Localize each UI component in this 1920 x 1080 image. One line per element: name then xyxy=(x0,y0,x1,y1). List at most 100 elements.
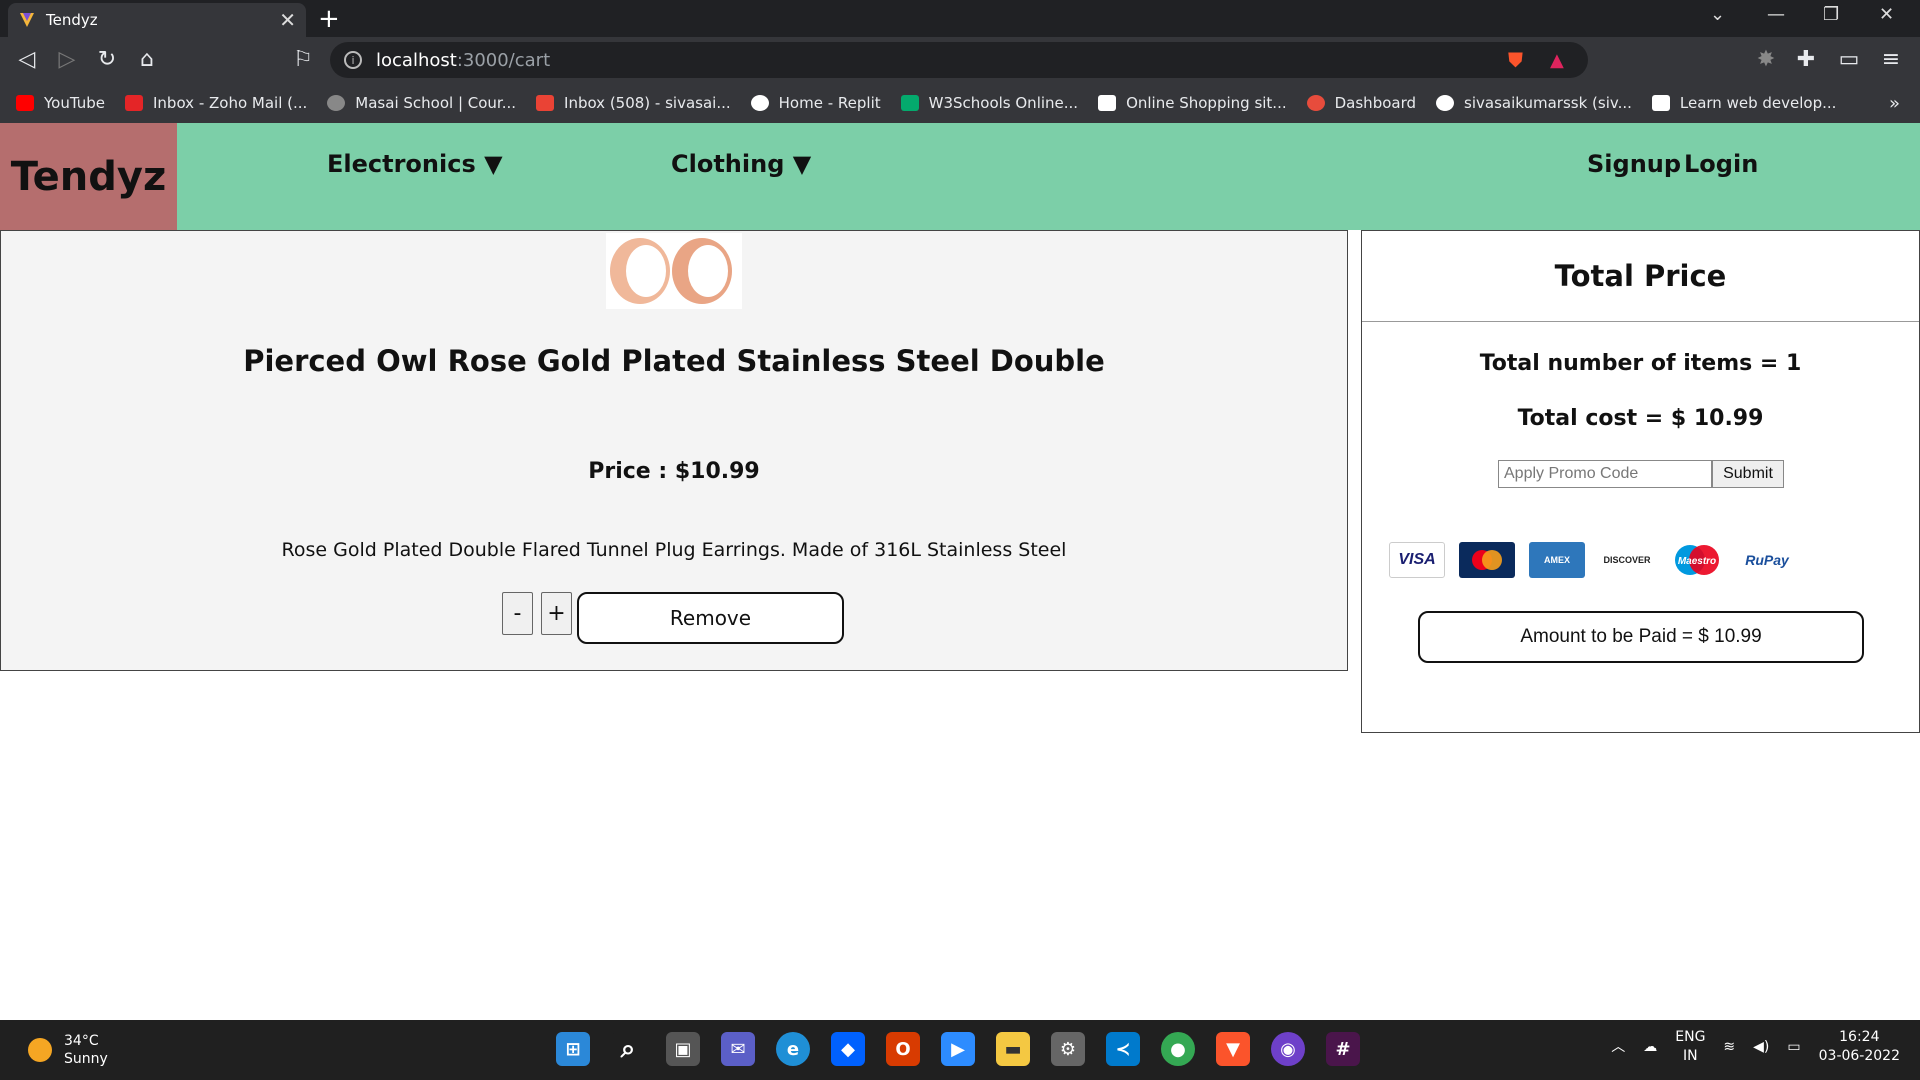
bookmark-label: Online Shopping sit... xyxy=(1126,94,1287,112)
new-tab-icon[interactable]: + xyxy=(318,4,340,34)
bookmark-label: Inbox (508) - sivasai... xyxy=(564,94,731,112)
restore-icon[interactable]: ❐ xyxy=(1823,4,1839,25)
date: 03-06-2022 xyxy=(1818,1048,1900,1064)
bookmark-item[interactable]: sivasaikumarssk (siv... xyxy=(1436,94,1632,112)
zoom-icon[interactable]: ▶ xyxy=(941,1032,975,1066)
forward-icon[interactable]: ▷ xyxy=(53,47,81,72)
weather-widget[interactable]: 34°C Sunny xyxy=(28,1032,108,1068)
bookmark-label: sivasaikumarssk (siv... xyxy=(1464,94,1632,112)
sun-icon xyxy=(28,1038,52,1062)
weather-condition: Sunny xyxy=(64,1051,108,1067)
remove-button[interactable]: Remove xyxy=(577,592,844,644)
svg-text:Maestro: Maestro xyxy=(1678,556,1716,567)
back-icon[interactable]: ◁ xyxy=(13,47,41,72)
wallet-icon[interactable]: ▭ xyxy=(1835,47,1863,72)
rupay-icon: RuPay xyxy=(1739,542,1795,578)
url-path: :3000/cart xyxy=(456,49,551,71)
close-window-icon[interactable]: ✕ xyxy=(1879,4,1894,25)
learn-icon xyxy=(1651,95,1670,111)
decrease-quantity-button[interactable]: - xyxy=(502,592,533,635)
close-tab-icon[interactable]: ✕ xyxy=(279,8,296,32)
bookmark-item[interactable]: Dashboard xyxy=(1306,94,1417,112)
signup-link[interactable]: Signup xyxy=(1587,150,1681,178)
dashboard-icon xyxy=(1306,95,1325,111)
increase-quantity-button[interactable]: + xyxy=(541,592,572,635)
amex-icon: AMEX xyxy=(1529,542,1585,578)
bookmark-item[interactable]: Online Shopping sit... xyxy=(1098,94,1287,112)
promo-submit-button[interactable]: Submit xyxy=(1712,460,1784,488)
file-explorer-icon[interactable]: ▬ xyxy=(996,1032,1030,1066)
settings-icon[interactable]: ⚙ xyxy=(1051,1032,1085,1066)
slack-icon[interactable]: # xyxy=(1326,1032,1360,1066)
extension-bug-icon[interactable]: ✸ xyxy=(1752,47,1780,72)
task-view-icon[interactable]: ▣ xyxy=(666,1032,700,1066)
battery-icon[interactable]: ▭ xyxy=(1787,1038,1800,1057)
bookmark-label: Dashboard xyxy=(1334,94,1417,112)
gmail-icon xyxy=(536,95,555,111)
address-bar[interactable]: i localhost :3000/cart ⛊ ▲ xyxy=(330,42,1588,78)
bookmark-item[interactable]: Masai School | Cour... xyxy=(327,94,516,112)
menu-icon[interactable]: ≡ xyxy=(1877,47,1905,72)
tab-search-icon[interactable]: ⌄ xyxy=(1710,4,1725,25)
bookmark-label: Learn web develop... xyxy=(1679,94,1837,112)
login-link[interactable]: Login xyxy=(1684,150,1758,178)
menu-clothing[interactable]: Clothing ▼ xyxy=(671,150,811,178)
site-info-icon[interactable]: i xyxy=(344,51,362,69)
bookmark-item[interactable]: Home - Replit xyxy=(750,94,881,112)
browser-tab[interactable]: Tendyz ✕ xyxy=(8,3,306,37)
bookmark-item[interactable]: W3Schools Online... xyxy=(900,94,1078,112)
search-icon[interactable]: ⌕ xyxy=(611,1032,645,1066)
edge-icon[interactable]: e xyxy=(776,1032,810,1066)
office-icon[interactable]: O xyxy=(886,1032,920,1066)
bookmark-item[interactable]: Inbox - Zoho Mail (... xyxy=(125,94,307,112)
card-label: DISCOVER xyxy=(1603,555,1651,565)
system-tray: ︿ ☁ ENG IN ≋ ◀) ▭ 16:24 03-06-2022 xyxy=(1593,1028,1900,1066)
total-items: Total number of items = 1 xyxy=(1479,351,1802,376)
onedrive-icon[interactable]: ☁ xyxy=(1643,1038,1657,1057)
replit-icon xyxy=(750,95,769,111)
card-label: VISA xyxy=(1398,551,1436,568)
tab-title: Tendyz xyxy=(46,11,98,29)
maestro-icon: Maestro xyxy=(1669,542,1725,578)
github-desktop-icon[interactable]: ◉ xyxy=(1271,1032,1305,1066)
promo-code-input[interactable] xyxy=(1498,460,1712,488)
discover-icon: DISCOVER xyxy=(1599,542,1655,578)
bookmark-item[interactable]: Inbox (508) - sivasai... xyxy=(536,94,731,112)
visa-icon: VISA xyxy=(1389,542,1445,578)
bookmark-icon[interactable]: ⚐ xyxy=(289,47,317,72)
brave-icon[interactable]: ▼ xyxy=(1216,1032,1250,1066)
bookmark-label: YouTube xyxy=(44,94,105,112)
reload-icon[interactable]: ↻ xyxy=(93,47,121,72)
minimize-icon[interactable]: — xyxy=(1767,4,1785,25)
pay-amount-button[interactable]: Amount to be Paid = $ 10.99 xyxy=(1418,611,1864,663)
masai-icon xyxy=(327,95,346,111)
show-hidden-icons-icon[interactable]: ︿ xyxy=(1611,1038,1625,1057)
menu-electronics[interactable]: Electronics ▼ xyxy=(327,150,503,178)
volume-icon[interactable]: ◀) xyxy=(1753,1038,1769,1057)
divider xyxy=(1362,321,1919,322)
navigation-bar: ◁ ▷ ↻ ⌂ ⚐ i localhost :3000/cart ⛊ ▲ ✸ ✚… xyxy=(0,37,1920,83)
brave-rewards-icon[interactable]: ▲ xyxy=(1550,50,1564,71)
brave-shields-icon[interactable]: ⛊ xyxy=(1508,48,1523,72)
more-bookmarks-icon[interactable]: » xyxy=(1889,93,1900,114)
card-label: RuPay xyxy=(1745,552,1789,568)
home-icon[interactable]: ⌂ xyxy=(133,47,161,72)
url-host: localhost xyxy=(376,49,457,71)
w3schools-icon xyxy=(900,95,919,111)
clock[interactable]: 16:24 03-06-2022 xyxy=(1819,1028,1900,1066)
bookmark-label: Home - Replit xyxy=(778,94,881,112)
dropbox-icon[interactable]: ◆ xyxy=(831,1032,865,1066)
windows-start-icon[interactable]: ⊞ xyxy=(556,1032,590,1066)
payment-cards: VISA AMEX DISCOVER Maestro RuPay xyxy=(1389,542,1809,578)
wifi-icon[interactable]: ≋ xyxy=(1723,1038,1735,1057)
vscode-icon[interactable]: ≺ xyxy=(1106,1032,1140,1066)
bookmark-item[interactable]: Learn web develop... xyxy=(1651,94,1837,112)
chrome-icon[interactable]: ● xyxy=(1161,1032,1195,1066)
language-indicator[interactable]: ENG IN xyxy=(1675,1028,1705,1066)
bookmark-item[interactable]: YouTube xyxy=(16,94,105,112)
product-image[interactable] xyxy=(606,233,742,309)
site-logo[interactable]: Tendyz xyxy=(0,123,177,230)
extensions-icon[interactable]: ✚ xyxy=(1792,47,1820,72)
region: IN xyxy=(1683,1048,1698,1064)
teams-chat-icon[interactable]: ✉ xyxy=(721,1032,755,1066)
